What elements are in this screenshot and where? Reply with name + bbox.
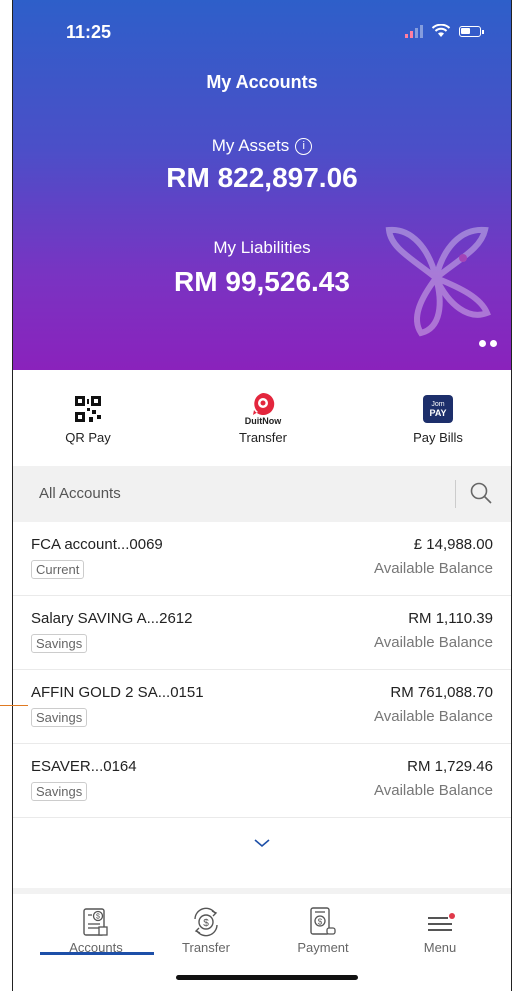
account-row[interactable]: AFFIN GOLD 2 SA...0151 Savings RM 761,08… <box>13 670 511 744</box>
account-row[interactable]: FCA account...0069 Current £ 14,988.00 A… <box>13 522 511 596</box>
chevron-down-icon[interactable] <box>254 838 270 848</box>
nav-item-transfer[interactable]: $ Transfer <box>161 904 251 955</box>
svg-text:$: $ <box>318 918 323 927</box>
duitnow-icon <box>253 392 275 415</box>
page-title: My Accounts <box>206 72 318 92</box>
account-name: Salary SAVING A...2612 <box>31 610 193 627</box>
account-name: AFFIN GOLD 2 SA...0151 <box>31 684 204 701</box>
signal-icon <box>405 24 423 38</box>
nav-label: Menu <box>423 940 457 955</box>
account-balance: RM 1,729.46 <box>407 758 493 775</box>
flower-logo-icon <box>385 226 491 337</box>
balance-label: Available Balance <box>374 560 493 577</box>
info-icon[interactable]: i <box>295 138 313 155</box>
nav-label: Payment <box>297 940 349 955</box>
pay-bills-button[interactable]: Jom PAY Pay Bills <box>378 392 498 445</box>
jompay-icon: Jom PAY <box>423 395 453 423</box>
all-accounts-label: All Accounts <box>39 485 121 502</box>
account-type-badge: Savings <box>31 782 88 801</box>
active-tab-indicator <box>40 952 154 955</box>
status-time: 11:25 <box>66 22 112 42</box>
wifi-icon <box>431 24 451 37</box>
account-row[interactable]: Salary SAVING A...2612 Savings RM 1,110.… <box>13 596 511 670</box>
assets-value: RM 822,897.06 <box>166 162 358 193</box>
qr-pay-label: QR Pay <box>65 430 111 445</box>
account-type-badge: Savings <box>31 634 88 653</box>
account-balance: RM 1,110.39 <box>408 610 493 627</box>
svg-text:Jom: Jom <box>431 401 444 408</box>
nav-item-menu[interactable]: Menu <box>395 904 485 955</box>
svg-text:PAY: PAY <box>429 408 446 418</box>
accounts-filter-bar[interactable]: All Accounts <box>13 466 511 522</box>
account-balance: £ 14,988.00 <box>413 536 493 553</box>
account-type-badge: Current <box>31 560 85 579</box>
nav-label: Transfer <box>182 940 230 955</box>
qr-pay-button[interactable]: QR Pay <box>28 392 148 445</box>
menu-icon <box>428 913 455 931</box>
page-indicator[interactable] <box>479 340 497 347</box>
summary-banner[interactable]: 11:25 My Accounts My Assets i RM 822,897.… <box>13 0 511 370</box>
balance-label: Available Balance <box>374 634 493 651</box>
nav-item-accounts[interactable]: $ Accounts <box>51 904 141 955</box>
transfer-icon: $ <box>194 907 218 937</box>
account-balance: RM 761,088.70 <box>390 684 493 701</box>
balance-label: Available Balance <box>374 782 493 799</box>
nav-item-payment[interactable]: $ Payment <box>278 904 368 955</box>
balance-label: Available Balance <box>374 708 493 725</box>
divider <box>455 480 456 508</box>
annotation-pointer <box>0 705 28 706</box>
battery-icon <box>459 25 484 37</box>
account-type-badge: Savings <box>31 708 88 727</box>
assets-label: My Assets i <box>13 136 511 156</box>
accounts-icon: $ <box>83 908 108 936</box>
app-frame: 11:25 My Accounts My Assets i RM 822,897.… <box>12 0 512 991</box>
duitnow-transfer-button[interactable]: DuitNow Transfer <box>203 392 323 445</box>
status-icons <box>405 24 484 38</box>
account-row[interactable]: ESAVER...0164 Savings RM 1,729.46 Availa… <box>13 744 511 818</box>
home-indicator[interactable] <box>176 975 358 980</box>
duitnow-brand-label: DuitNow <box>244 416 282 426</box>
account-name: ESAVER...0164 <box>31 758 137 775</box>
qr-code-icon <box>75 396 101 422</box>
status-bar: 11:25 <box>13 20 511 48</box>
search-icon[interactable] <box>469 481 493 505</box>
svg-text:$: $ <box>96 914 100 921</box>
svg-text:$: $ <box>203 918 209 929</box>
pay-bills-label: Pay Bills <box>413 430 463 445</box>
transfer-label: Transfer <box>239 430 287 445</box>
account-name: FCA account...0069 <box>31 536 163 553</box>
quick-actions: QR Pay DuitNow Transfer Jom PAY Pay Bill… <box>13 370 511 466</box>
payment-icon: $ <box>310 907 336 935</box>
